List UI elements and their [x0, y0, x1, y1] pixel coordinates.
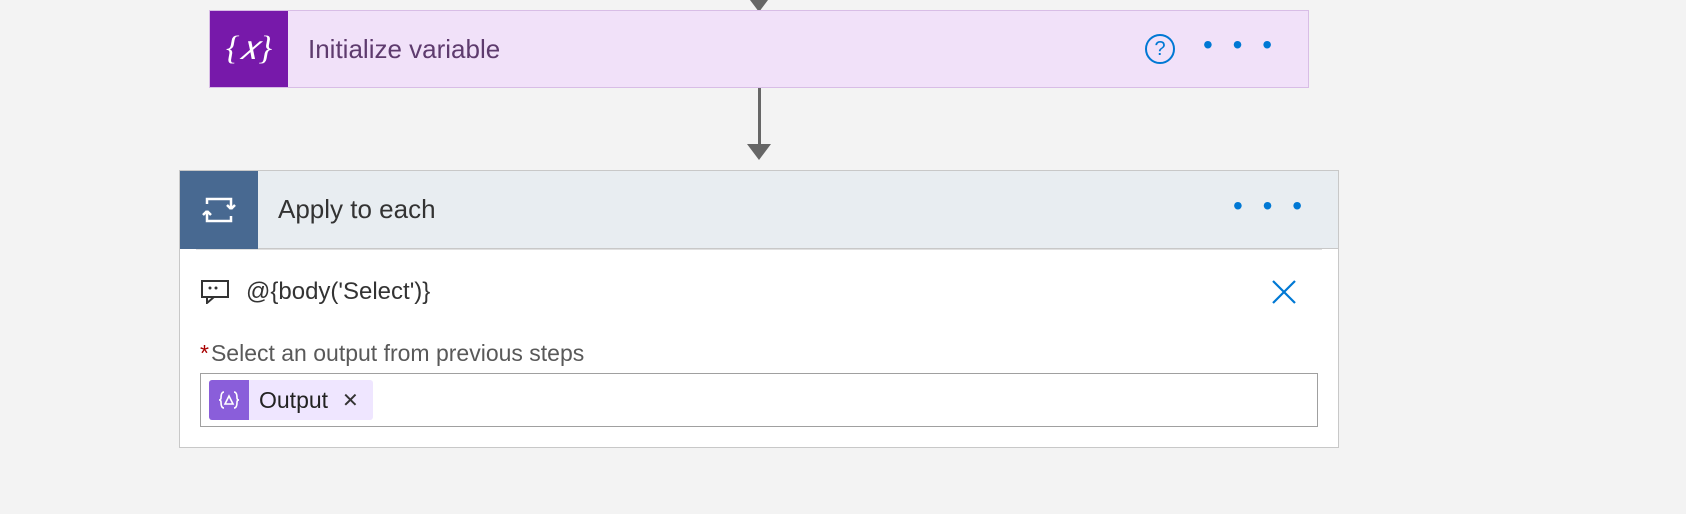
- expression-text: @{body('Select')}: [246, 278, 1254, 306]
- variable-icon: {𝑥}: [210, 11, 288, 87]
- loop-header[interactable]: Apply to each • • •: [180, 171, 1338, 249]
- loop-body: @{body('Select')} *Select an output from…: [180, 249, 1338, 427]
- dynamic-content-token[interactable]: Output ✕: [209, 380, 373, 420]
- help-icon[interactable]: ?: [1145, 34, 1175, 64]
- loop-icon: [180, 171, 258, 249]
- expression-row: @{body('Select')}: [180, 250, 1338, 340]
- token-label: Output: [259, 387, 328, 414]
- required-asterisk: *: [200, 340, 209, 366]
- comment-icon: [200, 279, 230, 305]
- flow-connector-arrow: [757, 88, 761, 160]
- token-icon: [209, 380, 249, 420]
- action-title: Initialize variable: [288, 34, 1145, 65]
- loop-title: Apply to each: [258, 194, 1233, 225]
- action-card-apply-to-each: Apply to each • • • @{body('Sele: [179, 170, 1339, 448]
- action-card-initialize-variable[interactable]: {𝑥} Initialize variable ? • • •: [209, 10, 1309, 88]
- close-icon[interactable]: [1270, 278, 1318, 306]
- more-menu-button[interactable]: • • •: [1233, 192, 1308, 228]
- more-menu-button[interactable]: • • •: [1203, 31, 1278, 67]
- output-selector-input[interactable]: Output ✕: [200, 373, 1318, 427]
- token-remove-icon[interactable]: ✕: [338, 388, 363, 413]
- field-label: *Select an output from previous steps: [180, 340, 1338, 373]
